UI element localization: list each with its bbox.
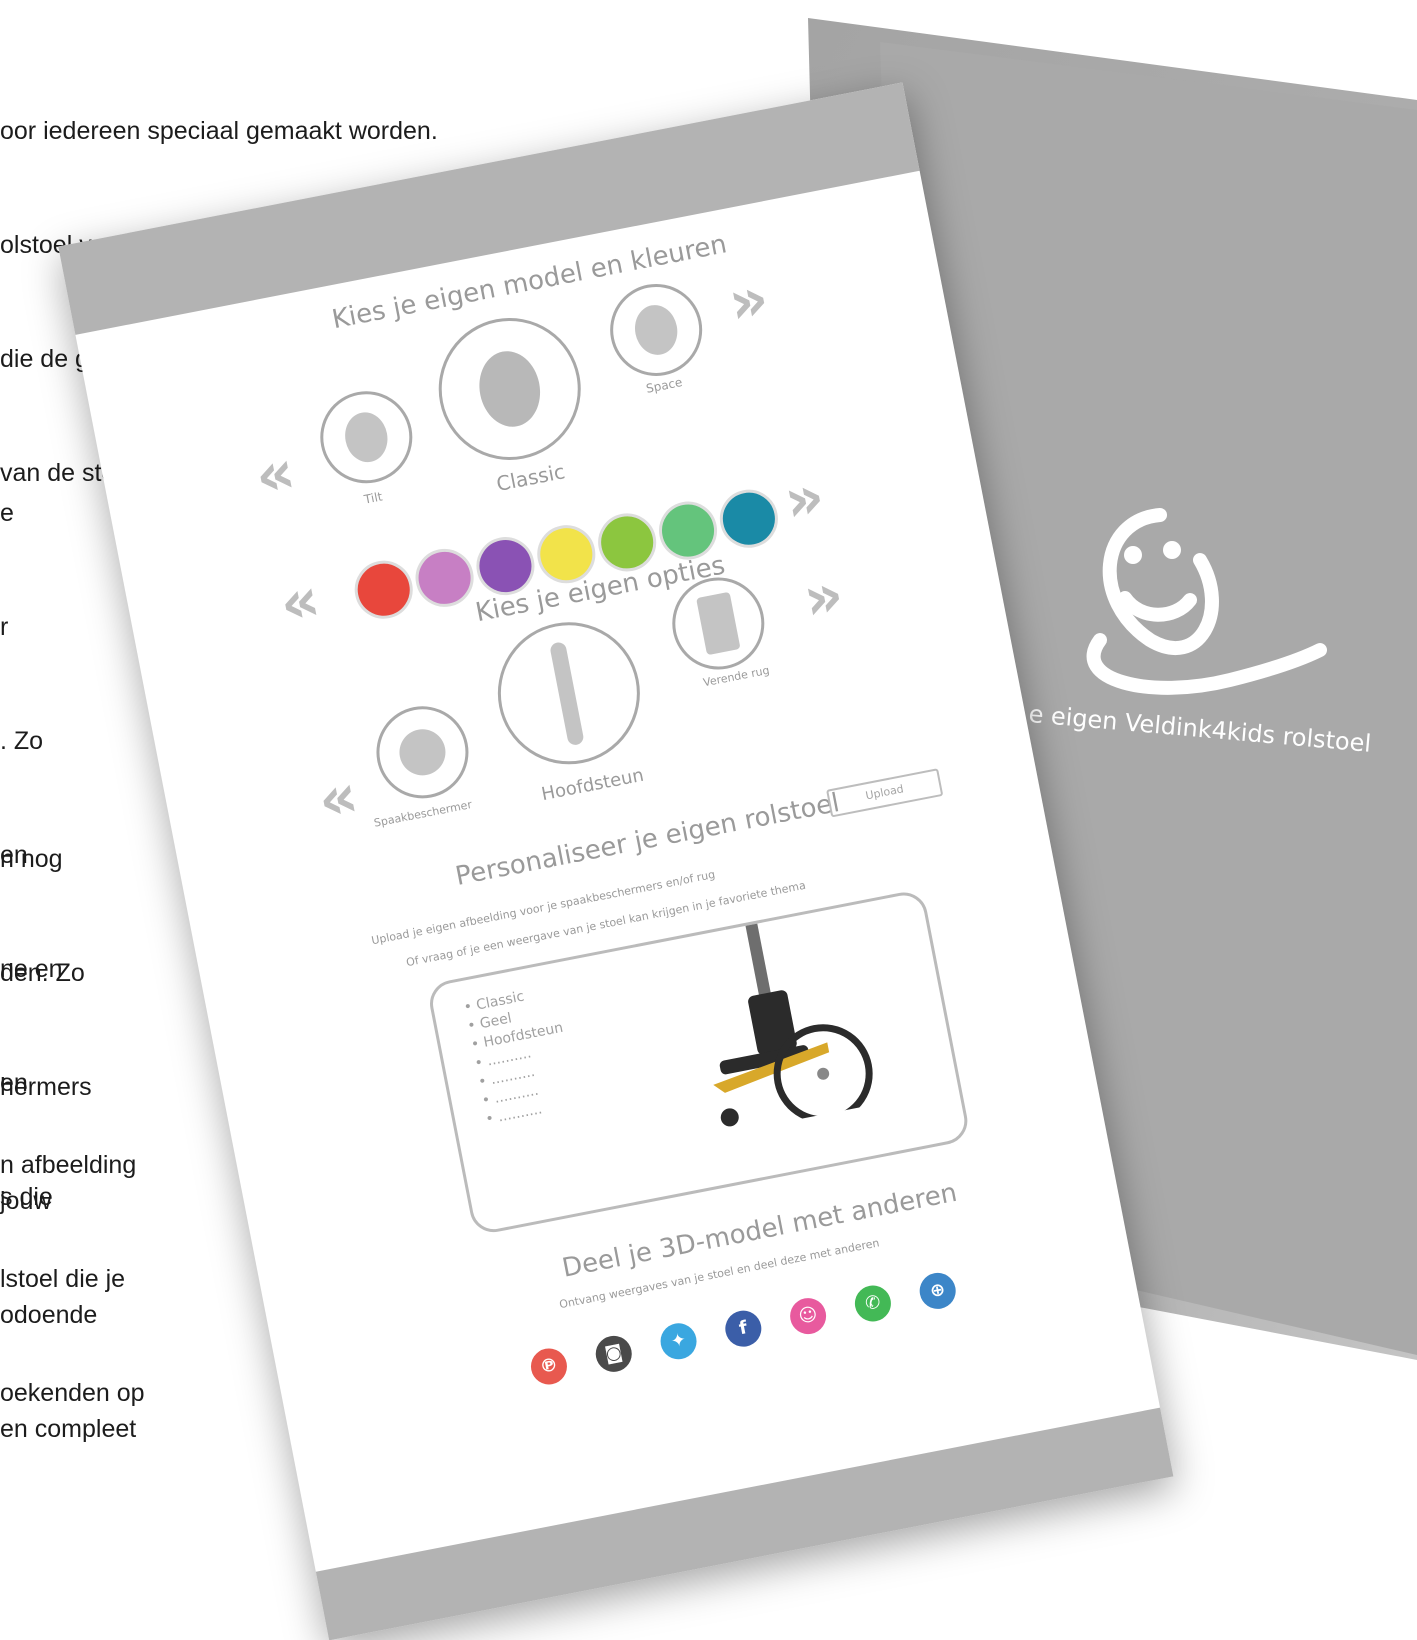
model-space-circle[interactable] [602, 276, 711, 384]
option-headrest-label: Hoofdsteun [539, 764, 646, 806]
globe-icon[interactable]: ⊕ [916, 1269, 959, 1312]
wheelchair-tilt-icon [340, 408, 392, 466]
option-headrest-circle[interactable] [485, 610, 653, 777]
social-glyph: ⊕ [928, 1278, 948, 1303]
pinterest-icon[interactable]: ℗ [527, 1345, 571, 1388]
render-caster [720, 1108, 739, 1127]
color-swatch[interactable] [410, 543, 479, 612]
options-next-chevron-icon[interactable]: » [798, 559, 849, 635]
twitter-icon[interactable]: ✦ [657, 1320, 700, 1363]
model-classic-circle[interactable] [426, 305, 593, 473]
model-space-label: Space [644, 375, 684, 396]
social-glyph: f [737, 1317, 750, 1340]
option-spoke-guard-circle[interactable] [368, 698, 477, 807]
headrest-icon [549, 641, 585, 747]
facebook-icon[interactable]: f [722, 1307, 765, 1350]
option-spoke-guard-label: Spaakbeschermer [372, 797, 473, 830]
front-page-wrap: Kies je eigen model en kleuren « Tilt Cl… [22, 60, 1174, 1640]
page-bottom-band [315, 1407, 1174, 1640]
summary-list: • Classic • Geel • Hoofdsteun • ........… [462, 981, 579, 1129]
model-tilt-label: Tilt [362, 489, 384, 507]
models-prev-chevron-icon[interactable]: « [249, 436, 300, 512]
model-classic-label: Classic [494, 459, 567, 497]
spoke-guard-icon [395, 725, 450, 780]
colors-prev-chevron-icon[interactable]: « [274, 564, 325, 640]
model-tilt-circle[interactable] [312, 383, 421, 492]
render-hub [817, 1067, 830, 1080]
options-prev-chevron-icon[interactable]: « [312, 760, 363, 836]
social-glyph: ✆ [863, 1291, 883, 1315]
whatsapp-icon[interactable]: ✆ [851, 1282, 895, 1325]
instagram-icon[interactable]: ◙ [592, 1332, 635, 1375]
veldink-icon[interactable]: ☺ [787, 1294, 830, 1338]
color-swatch[interactable] [714, 484, 783, 553]
color-swatch[interactable] [349, 555, 418, 624]
wheelchair-space-icon [630, 301, 682, 359]
spring-back-icon [696, 591, 741, 656]
models-next-chevron-icon[interactable]: » [723, 263, 774, 339]
wheelchair-render [713, 923, 873, 1127]
wheelchair-classic-icon [473, 345, 547, 433]
upload-button-label: Upload [864, 782, 905, 803]
social-glyph: ✦ [669, 1329, 688, 1353]
colors-next-chevron-icon[interactable]: » [779, 461, 830, 537]
social-glyph: ◙ [603, 1341, 625, 1366]
smiley-eye [1163, 541, 1181, 559]
smiley-eye [1124, 546, 1142, 564]
social-glyph: ℗ [538, 1353, 560, 1378]
section-personalise-title: Personaliseer je eigen rolstoel [453, 788, 842, 892]
upload-button[interactable]: Upload [826, 768, 944, 818]
social-glyph: ☺ [796, 1303, 820, 1328]
